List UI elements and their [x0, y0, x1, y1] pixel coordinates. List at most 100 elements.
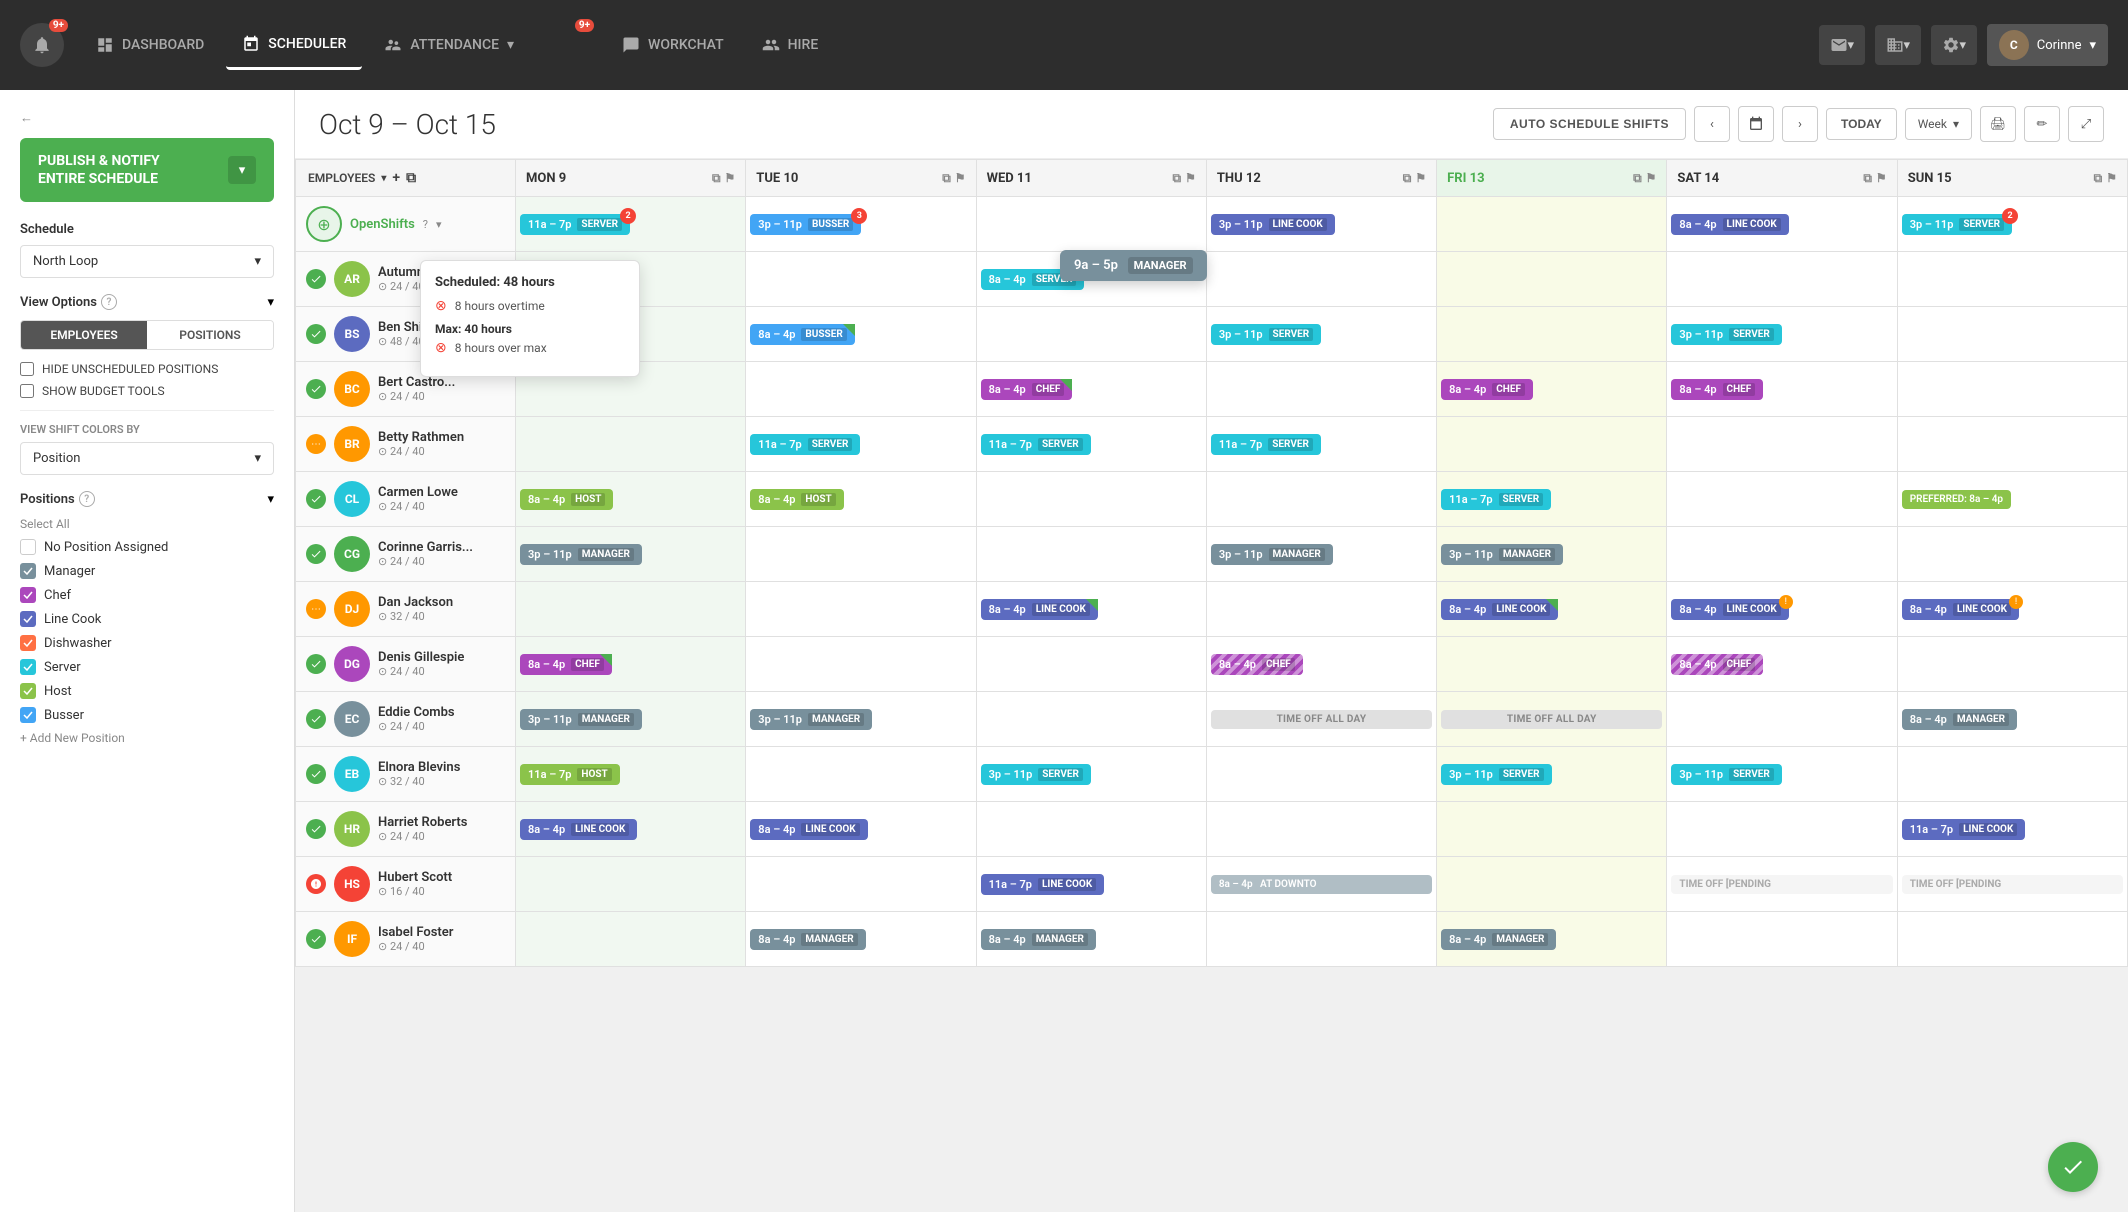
- shift-cell[interactable]: 8a – 4pMANAGER: [746, 912, 976, 967]
- prev-week-button[interactable]: ‹: [1694, 106, 1730, 142]
- fri-copy-icon[interactable]: ⧉: [1633, 171, 1642, 186]
- next-week-button[interactable]: ›: [1782, 106, 1818, 142]
- shift-cell[interactable]: PREFERRED: 8a – 4p: [1897, 472, 2127, 527]
- shift-badge[interactable]: 3p – 11pSERVER: [1211, 324, 1321, 345]
- mail-btn[interactable]: ▾: [1819, 25, 1865, 65]
- shift-cell[interactable]: 8a – 4pLINE COOK !: [1667, 582, 1897, 637]
- sun-copy-icon[interactable]: ⧉: [2094, 171, 2103, 186]
- tue-copy-icon[interactable]: ⧉: [942, 171, 951, 186]
- copy-employee-icon[interactable]: ⧉: [406, 170, 416, 186]
- shift-cell[interactable]: [1667, 692, 1897, 747]
- shift-badge[interactable]: 8a – 4pMANAGER: [750, 929, 865, 950]
- shift-cell[interactable]: 8a – 4pMANAGER: [1437, 912, 1667, 967]
- shift-cell[interactable]: [516, 857, 746, 912]
- tue-add-icon[interactable]: ⚑: [955, 171, 966, 186]
- shift-cell[interactable]: 3p – 11pSERVER: [1667, 747, 1897, 802]
- shift-badge[interactable]: 8a – 4pLINE COOK: [981, 599, 1098, 620]
- open-shift-sat[interactable]: 8a – 4p LINE COOK: [1667, 197, 1897, 252]
- add-position-link[interactable]: + Add New Position: [20, 731, 274, 745]
- calendar-icon-btn[interactable]: [1738, 106, 1774, 142]
- add-employee-icon[interactable]: +: [392, 170, 400, 186]
- shift-cell[interactable]: [746, 857, 976, 912]
- settings-btn[interactable]: ▾: [1931, 25, 1977, 65]
- shift-cell[interactable]: 8a – 4pCHEF: [1667, 362, 1897, 417]
- shift-cell[interactable]: 3p – 11pMANAGER: [1437, 527, 1667, 582]
- shift-cell[interactable]: [1206, 472, 1436, 527]
- shift-badge[interactable]: 8a – 4pCHEF: [520, 654, 612, 675]
- shift-cell[interactable]: [1897, 252, 2127, 307]
- shift-cell[interactable]: [1206, 912, 1436, 967]
- shift-cell[interactable]: [1437, 802, 1667, 857]
- nav-scheduler[interactable]: SCHEDULER: [226, 20, 362, 70]
- shift-cell[interactable]: [976, 692, 1206, 747]
- back-arrow[interactable]: ←: [20, 110, 274, 126]
- shift-badge[interactable]: 11a – 7pSERVER: [1441, 489, 1551, 510]
- shift-badge[interactable]: 8a – 4pLINE COOK: [1902, 599, 2019, 620]
- shift-badge[interactable]: 11a – 7pLINE COOK: [1902, 819, 2026, 840]
- shift-cell[interactable]: 8a – 4pCHEF: [516, 637, 746, 692]
- busser-checkbox[interactable]: [20, 707, 36, 723]
- shift-cell[interactable]: [976, 637, 1206, 692]
- shift-cell[interactable]: 8a – 4pBUSSER: [746, 307, 976, 362]
- open-shift-fri[interactable]: [1437, 197, 1667, 252]
- open-shift-sun[interactable]: 3p – 11p SERVER 2: [1897, 197, 2127, 252]
- shift-cell[interactable]: 3p – 11pMANAGER: [746, 692, 976, 747]
- shift-cell[interactable]: [1667, 802, 1897, 857]
- shift-cell[interactable]: [516, 582, 746, 637]
- shift-cell[interactable]: 8a – 4pCHEF: [1667, 637, 1897, 692]
- shift-cell[interactable]: 8a – 4pMANAGER: [976, 912, 1206, 967]
- shift-cell[interactable]: TIME OFF [PENDING: [1897, 857, 2127, 912]
- shift-badge[interactable]: 3p – 11pSERVER: [1441, 764, 1551, 785]
- print-icon-btn[interactable]: 🖨: [1980, 106, 2016, 142]
- shift-cell[interactable]: 8a – 4pCHEF: [976, 362, 1206, 417]
- shift-cell[interactable]: 3p – 11pSERVER: [1206, 307, 1436, 362]
- shift-cell[interactable]: [516, 912, 746, 967]
- shift-cell[interactable]: 3p – 11pMANAGER: [516, 692, 746, 747]
- tab-employees[interactable]: EMPLOYEES: [21, 321, 147, 349]
- shift-cell[interactable]: [1437, 307, 1667, 362]
- shift-badge[interactable]: 8a – 4pMANAGER: [981, 929, 1096, 950]
- open-shift-mon[interactable]: 11a – 7p SERVER 2: [516, 197, 746, 252]
- shift-badge[interactable]: 8a – 4pMANAGER: [1441, 929, 1556, 950]
- fri-add-icon[interactable]: ⚑: [1646, 171, 1657, 186]
- shift-cell[interactable]: [1667, 252, 1897, 307]
- positions-collapse-icon[interactable]: ▾: [267, 492, 274, 507]
- publish-notify-button[interactable]: PUBLISH & NOTIFY ENTIRE SCHEDULE ▾: [20, 138, 274, 202]
- shift-cell[interactable]: [1206, 802, 1436, 857]
- shift-badge[interactable]: 8a – 4pCHEF: [1671, 379, 1763, 400]
- shift-badge[interactable]: 11a – 7pLINE COOK: [981, 874, 1105, 895]
- shift-cell[interactable]: [746, 747, 976, 802]
- shift-badge[interactable]: 3p – 11pMANAGER: [750, 709, 872, 730]
- shift-badge[interactable]: 8a – 4pLINE COOK: [750, 819, 867, 840]
- shift-badge[interactable]: 8a – 4pCHEF: [1441, 379, 1533, 400]
- sat-copy-icon[interactable]: ⧉: [1863, 171, 1872, 186]
- week-view-select[interactable]: Week ▾: [1905, 108, 1972, 140]
- hide-unscheduled-checkbox[interactable]: HIDE UNSCHEDULED POSITIONS: [20, 362, 274, 376]
- shift-cell[interactable]: [516, 417, 746, 472]
- open-shift-wed[interactable]: [976, 197, 1206, 252]
- shift-badge[interactable]: 8a – 4pBUSSER: [750, 324, 854, 345]
- shift-badge[interactable]: 3p – 11pMANAGER: [1441, 544, 1563, 565]
- shift-badge[interactable]: 3p – 11pSERVER: [1671, 764, 1781, 785]
- shift-badge[interactable]: 8a – 4pMANAGER: [1902, 709, 2017, 730]
- shift-cell[interactable]: [1667, 912, 1897, 967]
- shift-cell[interactable]: 11a – 7pLINE COOK: [976, 857, 1206, 912]
- shift-cell[interactable]: [1437, 637, 1667, 692]
- preferred-shift-badge[interactable]: PREFERRED: 8a – 4p: [1902, 490, 2011, 509]
- shift-badge[interactable]: 3p – 11p BUSSER: [750, 214, 861, 235]
- shift-badge[interactable]: 3p – 11pMANAGER: [520, 709, 642, 730]
- shift-cell[interactable]: 8a – 4pCHEF: [1437, 362, 1667, 417]
- shift-cell[interactable]: 8a – 4pLINE COOK: [976, 582, 1206, 637]
- shift-cell[interactable]: TIME OFF [PENDING: [1667, 857, 1897, 912]
- shift-badge[interactable]: 8a – 4pLINE COOK: [520, 819, 637, 840]
- tab-positions[interactable]: POSITIONS: [147, 321, 273, 349]
- shift-cell[interactable]: 3p – 11pSERVER: [976, 747, 1206, 802]
- shift-cell[interactable]: 8a – 4pHOST: [516, 472, 746, 527]
- shift-cell[interactable]: [1437, 252, 1667, 307]
- shift-cell[interactable]: [976, 307, 1206, 362]
- sat-add-icon[interactable]: ⚑: [1876, 171, 1887, 186]
- shift-cell[interactable]: [1206, 362, 1436, 417]
- mon-add-icon[interactable]: ⚑: [725, 171, 736, 186]
- shift-cell[interactable]: [1667, 472, 1897, 527]
- shift-badge-striped[interactable]: 8a – 4pCHEF: [1211, 654, 1303, 675]
